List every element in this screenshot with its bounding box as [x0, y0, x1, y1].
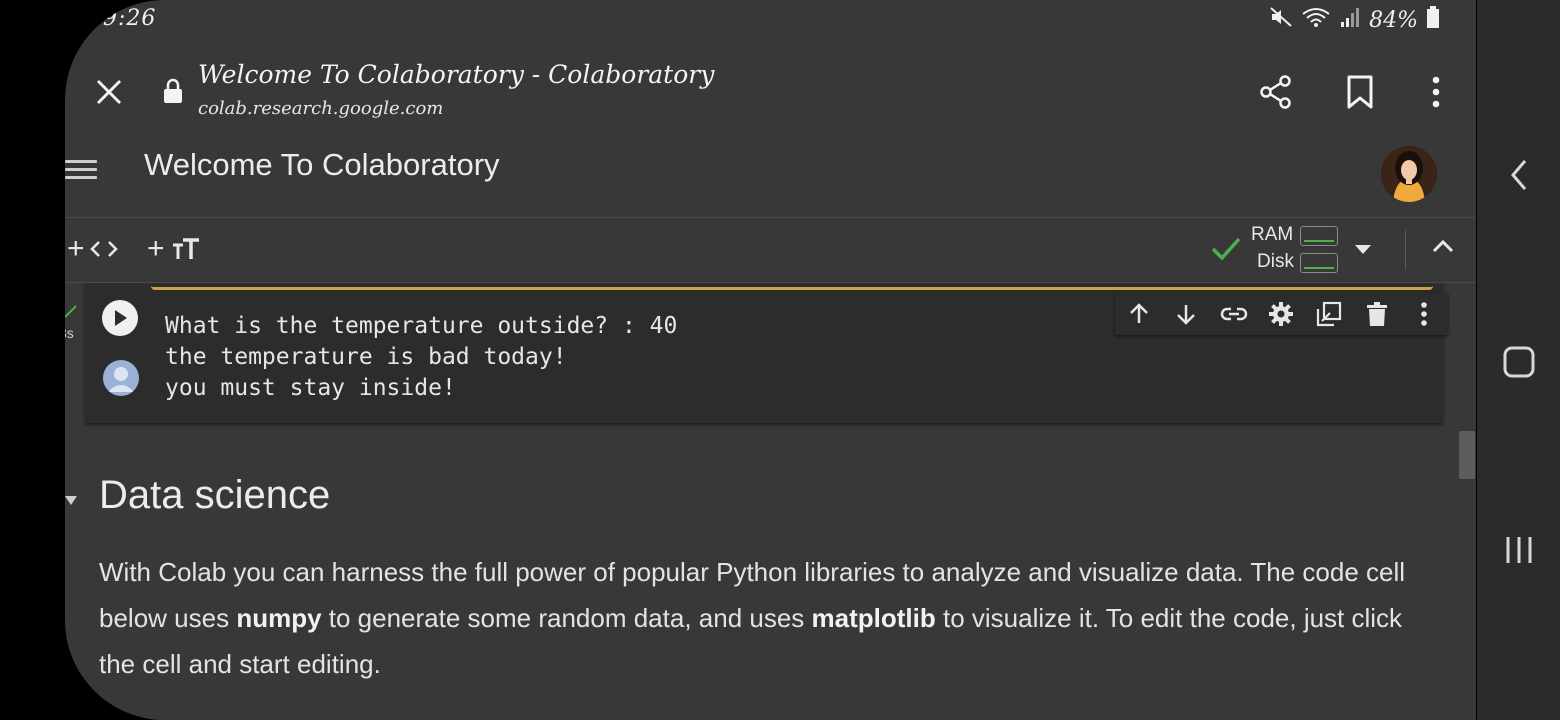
status-icons: 84% [1269, 6, 1440, 34]
para-text: to generate some random data, and uses [321, 603, 812, 633]
play-icon [115, 310, 127, 326]
output-line: the temperature is bad today! [165, 344, 567, 370]
more-cell-actions-button[interactable] [1404, 294, 1444, 334]
collapse-header-button[interactable] [1431, 238, 1455, 259]
code-cell[interactable]: What is the temperature outside? : 40 the… [85, 283, 1448, 423]
para-bold-numpy: numpy [236, 603, 322, 633]
notebook-title[interactable]: Welcome To Colaboratory [144, 147, 500, 183]
mirror-cell-button[interactable] [1309, 294, 1349, 334]
toolbar-divider [1405, 230, 1406, 270]
add-text-button[interactable]: + [147, 232, 201, 266]
cell-toolbar [1115, 293, 1448, 335]
trash-icon [1366, 302, 1387, 326]
close-tab-button[interactable] [89, 72, 129, 112]
resources-dropdown-button[interactable] [1355, 242, 1371, 260]
caret-down-icon [1355, 245, 1371, 254]
mirror-in-tab-icon [1316, 301, 1342, 327]
caret-down-icon [65, 496, 77, 505]
bookmark-button[interactable] [1338, 70, 1382, 114]
link-to-cell-button[interactable] [1214, 294, 1254, 334]
tab-url: colab.research.google.com [198, 98, 444, 119]
phone-screen: 9:26 84% Welcome To Colaboratory - Colab… [65, 0, 1476, 720]
more-options-button[interactable] [1414, 70, 1458, 114]
output-line: you must stay inside! [165, 375, 456, 401]
recents-icon [1506, 537, 1531, 563]
share-button[interactable] [1254, 70, 1298, 114]
notebook-content[interactable]: What is the temperature outside? : 40 the… [65, 283, 1476, 720]
link-icon [1220, 307, 1248, 321]
colab-toolbar: + + RAM Disk [65, 218, 1476, 283]
ram-label: RAM [1251, 224, 1294, 245]
system-nav-bar [1477, 0, 1560, 720]
nav-recents-button[interactable] [1477, 530, 1560, 570]
lock-icon [163, 78, 183, 109]
gear-icon [1269, 302, 1294, 326]
more-vert-icon [1432, 76, 1440, 108]
output-user-avatar [103, 360, 139, 396]
battery-icon [1426, 6, 1440, 34]
cell-settings-button[interactable] [1261, 294, 1301, 334]
section-heading: Data science [99, 473, 331, 517]
text-size-icon [172, 238, 199, 259]
battery-percent: 84% [1369, 7, 1418, 33]
section-paragraph: With Colab you can harness the full powe… [99, 549, 1419, 687]
para-bold-matplotlib: matplotlib [811, 603, 936, 633]
share-icon [1260, 75, 1291, 109]
back-chevron-icon [1510, 160, 1526, 190]
previous-cell-edge [151, 283, 1433, 290]
exec-status-check-icon [65, 305, 77, 324]
run-cell-button[interactable] [102, 300, 138, 336]
move-cell-up-button[interactable] [1119, 294, 1159, 334]
section-collapse-toggle[interactable] [65, 493, 77, 511]
disk-label: Disk [1257, 251, 1294, 272]
menu-icon[interactable] [65, 155, 97, 184]
close-icon [96, 79, 122, 105]
move-cell-down-button[interactable] [1166, 294, 1206, 334]
signal-icon [1339, 6, 1361, 34]
output-line: What is the temperature outside? : 40 [165, 313, 678, 339]
nav-back-button[interactable] [1477, 155, 1560, 195]
account-avatar[interactable] [1381, 146, 1437, 202]
delete-cell-button[interactable] [1357, 294, 1397, 334]
exec-time: 3s [65, 325, 74, 341]
page-scrollbar[interactable] [1459, 431, 1475, 479]
arrow-up-icon [1129, 303, 1148, 323]
home-square-icon [1503, 346, 1534, 378]
ram-meter [1300, 226, 1338, 246]
add-code-button[interactable]: + [67, 232, 119, 266]
tab-page-title: Welcome To Colaboratory - Colaboratory [198, 60, 715, 89]
more-vert-icon [1421, 302, 1427, 326]
wifi-icon [1301, 6, 1331, 34]
add-text-plus: + [147, 232, 165, 265]
nav-home-button[interactable] [1477, 342, 1560, 382]
status-time: 9:26 [103, 6, 157, 31]
disk-meter [1300, 253, 1338, 273]
bookmark-icon [1347, 75, 1373, 109]
mute-icon [1269, 6, 1293, 34]
code-icon [89, 241, 118, 257]
chevron-up-icon [1432, 239, 1454, 253]
arrow-down-icon [1177, 305, 1196, 325]
connected-check-icon [1211, 236, 1241, 267]
add-code-plus: + [67, 232, 85, 265]
colab-header: Welcome To Colaboratory [65, 142, 1476, 218]
cell-output: What is the temperature outside? : 40 the… [165, 311, 677, 404]
